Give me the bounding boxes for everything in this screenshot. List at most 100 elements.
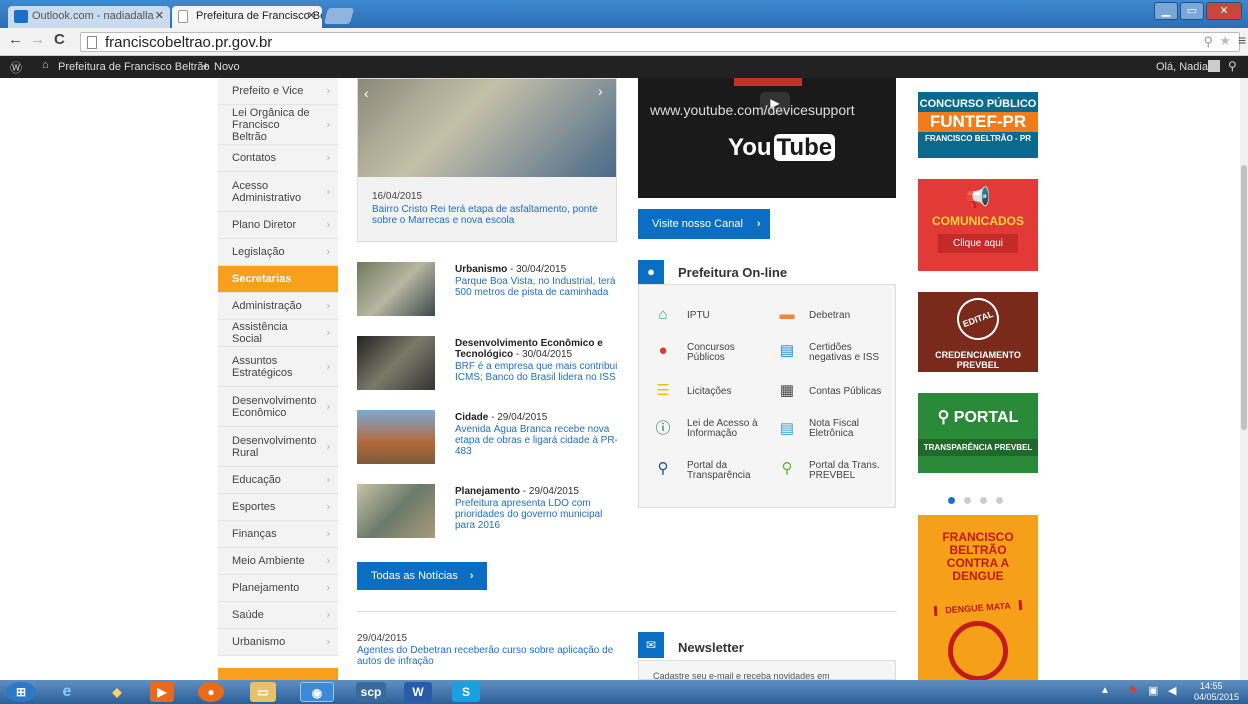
sidebar-item-urbanismo[interactable]: Urbanismo › [218, 629, 338, 656]
banner-concurso[interactable]: CONCURSO PÚBLICO FUNTEF-PR FRANCISCO BEL… [918, 92, 1038, 158]
video-player[interactable]: ▶ www.youtube.com/devicesupport You Tube [638, 78, 896, 198]
folder-icon[interactable]: ▭ [250, 682, 276, 702]
chrome-icon[interactable]: ◉ [300, 682, 334, 702]
sidebar-item-financas[interactable]: Finanças › [218, 521, 338, 548]
menu-icon[interactable]: ≡ [1238, 32, 1246, 48]
firefox-icon[interactable]: ● [198, 682, 224, 702]
search-icon[interactable]: ⚲ [1228, 59, 1237, 73]
sidebar-item-plano-diretor[interactable]: Plano Diretor › [218, 212, 338, 239]
banner-comunicados[interactable]: 📢 COMUNICADOS Clique aqui [918, 179, 1038, 271]
clock-date[interactable]: 04/05/2015 [1194, 692, 1239, 702]
network-icon[interactable]: ▣ [1148, 684, 1158, 697]
sidebar-item-meio-ambiente[interactable]: Meio Ambiente › [218, 548, 338, 575]
sidebar-item-esportes[interactable]: Esportes › [218, 494, 338, 521]
carousel-dot[interactable] [996, 497, 1003, 504]
word-icon[interactable]: W [404, 682, 432, 702]
flag-icon[interactable]: ⚑ [1128, 684, 1138, 697]
scp-icon[interactable]: scp [356, 682, 386, 702]
close-window-icon[interactable]: ✕ [1206, 2, 1242, 20]
banner-portal[interactable]: ⚲ PORTAL TRANSPARÊNCIA PREVBEL [918, 393, 1038, 473]
wordpress-icon[interactable]: Ⓦ [10, 59, 22, 76]
sidebar-item-lei-organica[interactable]: Lei Orgânica de Francisco Beltrão › [218, 105, 338, 145]
back-icon[interactable]: ← [8, 31, 23, 48]
banner-dengue[interactable]: FRANCISCO BELTRÃO CONTRA A DENGUE DENGUE… [918, 515, 1038, 680]
maximize-icon[interactable]: ▭ [1180, 2, 1204, 20]
bottom-news-title[interactable]: Agentes do Debetran receberão curso sobr… [357, 645, 619, 667]
news-title[interactable]: BRF é a empresa que mais contribui ICMS;… [455, 361, 623, 383]
featured-news-card[interactable]: ‹ › 16/04/2015 Bairro Cristo Rei terá et… [357, 78, 617, 242]
close-tab-icon[interactable]: ✕ [307, 9, 316, 22]
sidebar-item-desenv-rural[interactable]: Desenvolvimento Rural › [218, 427, 338, 467]
sidebar-item-administracao[interactable]: Administração › [218, 293, 338, 320]
online-iptu[interactable]: IPTU [687, 311, 710, 321]
carousel-dot[interactable] [948, 497, 955, 504]
news-thumbnail[interactable] [357, 484, 435, 538]
news-thumbnail[interactable] [357, 410, 435, 464]
online-licitacoes[interactable]: Licitações [687, 387, 731, 397]
chevron-right-icon[interactable]: › [598, 83, 603, 99]
banner-comunicados-button[interactable]: Clique aqui [938, 234, 1018, 253]
calculator-icon[interactable]: ▦ [777, 381, 797, 401]
chevron-left-icon[interactable]: ‹ [364, 85, 369, 101]
sidebar-item-assistencia[interactable]: Assistência Social › [218, 320, 338, 347]
library-icon[interactable]: ◆ [100, 682, 134, 702]
sidebar-item-desenv-economico[interactable]: Desenvolvimento Econômico › [218, 387, 338, 427]
start-icon[interactable]: ⊞ [6, 682, 36, 702]
search-icon[interactable]: ⚲ [653, 459, 673, 479]
online-debetran[interactable]: Debetran [809, 311, 850, 321]
receipt-icon[interactable]: ▤ [777, 419, 797, 439]
tab-outlook[interactable]: Outlook.com - nadiadalla ✕ [8, 6, 170, 28]
online-certidoes[interactable]: Certidões negativas e ISS [809, 343, 893, 363]
document-icon[interactable]: ▤ [777, 341, 797, 361]
news-title[interactable]: Parque Boa Vista, no Industrial, terá 50… [455, 276, 623, 298]
internet-explorer-icon[interactable]: e [50, 682, 84, 702]
news-item[interactable]: Desenvolvimento Econômico e Tecnológico … [357, 336, 627, 390]
news-thumbnail[interactable] [357, 262, 435, 316]
sidebar-item-secretarias[interactable]: Secretarias [218, 266, 338, 293]
sidebar-item-educacao[interactable]: Educação › [218, 467, 338, 494]
search-icon[interactable]: ⚲ [777, 459, 797, 479]
skype-icon[interactable]: S [452, 682, 480, 702]
media-player-icon[interactable]: ▶ [150, 682, 174, 702]
scrollbar-thumb[interactable] [1241, 165, 1247, 430]
admin-site-link[interactable]: Prefeitura de Francisco Beltrão [58, 61, 210, 73]
tray-arrow-icon[interactable]: ▲ [1100, 685, 1110, 696]
online-portal-prevbel[interactable]: Portal da Trans. PREVBEL [809, 461, 893, 481]
close-tab-icon[interactable]: ✕ [155, 9, 164, 22]
car-icon[interactable]: ▬ [777, 305, 797, 325]
info-icon[interactable]: ⓘ [653, 419, 673, 439]
news-title[interactable]: Prefeitura apresenta LDO com prioridades… [455, 498, 623, 531]
online-contas[interactable]: Contas Públicas [809, 387, 881, 397]
carousel-dot[interactable] [964, 497, 971, 504]
clock-time[interactable]: 14:55 [1200, 681, 1223, 691]
news-title[interactable]: Avenida Água Branca recebe nova etapa de… [455, 424, 623, 457]
sidebar-item-saude[interactable]: Saúde › [218, 602, 338, 629]
url-input[interactable]: franciscobeltrao.pr.gov.br ⚲ ★ [80, 32, 1240, 52]
featured-news-image[interactable] [358, 79, 616, 177]
online-concursos[interactable]: Concursos Públicos [687, 343, 767, 363]
news-item[interactable]: Cidade - 29/04/2015 Avenida Água Branca … [357, 410, 627, 464]
sidebar-item-acesso[interactable]: Acesso Administrativo › [218, 172, 338, 212]
sidebar-item-legislacao[interactable]: Legislação › [218, 239, 338, 266]
forward-icon[interactable]: → [30, 31, 45, 48]
carousel-dot[interactable] [980, 497, 987, 504]
home-icon[interactable]: ⌂ [653, 305, 673, 325]
admin-new-link[interactable]: Novo [214, 61, 240, 73]
new-tab-button[interactable] [323, 8, 355, 24]
news-item[interactable]: Urbanismo - 30/04/2015 Parque Boa Vista,… [357, 262, 627, 316]
user-icon[interactable]: ● [653, 341, 673, 361]
list-icon[interactable]: ☰ [653, 381, 673, 401]
avatar[interactable] [1208, 60, 1220, 72]
news-item[interactable]: Planejamento - 29/04/2015 Prefeitura apr… [357, 484, 627, 538]
featured-title[interactable]: Bairro Cristo Rei terá etapa de asfaltam… [372, 204, 612, 226]
sidebar-item-contatos[interactable]: Contatos › [218, 145, 338, 172]
news-thumbnail[interactable] [357, 336, 435, 390]
channel-button[interactable]: Visite nosso Canal › [638, 209, 770, 239]
tab-prefeitura[interactable]: Prefeitura de Francisco Be ✕ [172, 6, 322, 28]
all-news-button[interactable]: Todas as Notícias › [357, 562, 487, 590]
star-icon[interactable]: ★ [1219, 33, 1231, 49]
online-portal-transparencia[interactable]: Portal da Transparência [687, 461, 771, 481]
sidebar-item-planejamento[interactable]: Planejamento › [218, 575, 338, 602]
reload-icon[interactable]: C [54, 31, 65, 48]
online-nota-fiscal[interactable]: Nota Fiscal Eletrônica [809, 419, 893, 439]
